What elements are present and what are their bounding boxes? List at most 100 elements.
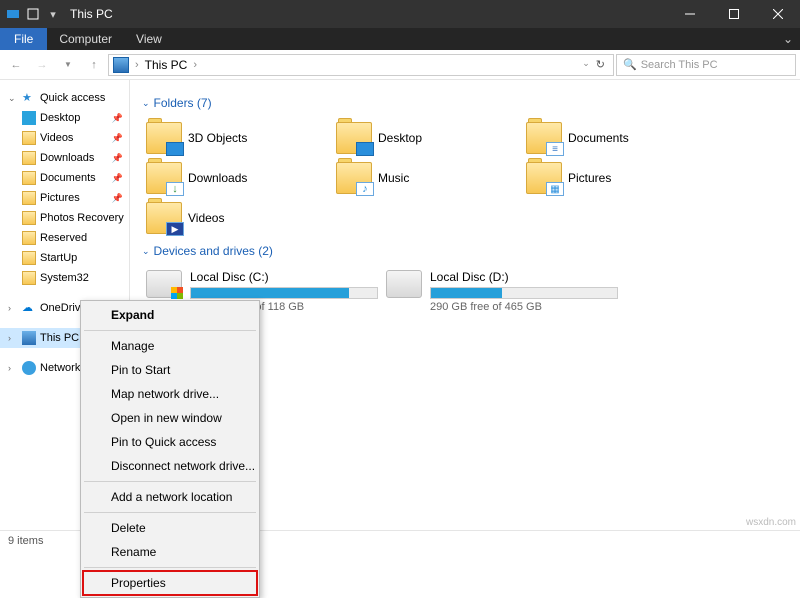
context-menu-item[interactable]: Expand [83, 303, 257, 327]
folder-icon [22, 171, 36, 185]
window-title: This PC [66, 7, 113, 21]
address-dropdown-icon[interactable]: ⌄ [582, 58, 590, 71]
context-menu-separator [84, 567, 256, 568]
sidebar-item-label: Network [40, 362, 80, 374]
folder-item[interactable]: Downloads [142, 158, 332, 198]
drive-usage-bar [430, 287, 618, 299]
breadcrumb-location[interactable]: This PC [145, 58, 188, 72]
section-title: Devices and drives (2) [154, 244, 273, 258]
chevron-down-icon: ⌄ [142, 98, 150, 109]
folder-item[interactable]: Desktop [332, 118, 522, 158]
onedrive-icon: ☁ [22, 301, 36, 315]
status-item-count: 9 items [8, 535, 43, 547]
tab-computer[interactable]: Computer [47, 28, 124, 50]
drive-icon [146, 270, 182, 298]
folder-item[interactable]: Documents [522, 118, 712, 158]
sidebar-item-reserved[interactable]: Reserved [0, 228, 129, 248]
sidebar-item-photos-recovery[interactable]: Photos Recovery [0, 208, 129, 228]
sidebar-item-startup[interactable]: StartUp [0, 248, 129, 268]
chevron-right-icon[interactable]: › [8, 333, 18, 343]
search-placeholder: Search This PC [641, 59, 718, 71]
qat-dropdown-icon[interactable]: ▾ [46, 7, 60, 21]
this-pc-icon [22, 331, 36, 345]
folder-icon [526, 122, 562, 154]
recent-locations-button[interactable]: ▼ [56, 53, 80, 77]
system-menu-icon[interactable] [6, 7, 20, 21]
folder-item[interactable]: Videos [142, 198, 332, 238]
sidebar-item-label: Videos [40, 132, 73, 144]
section-header-folders[interactable]: ⌄ Folders (7) [142, 96, 788, 110]
network-icon [22, 361, 36, 375]
context-menu-separator [84, 512, 256, 513]
sidebar-item-label: Quick access [40, 92, 105, 104]
context-menu: Expand ManagePin to StartMap network driv… [80, 300, 260, 598]
section-header-drives[interactable]: ⌄ Devices and drives (2) [142, 244, 788, 258]
folder-item[interactable]: Music [332, 158, 522, 198]
sidebar-item-label: Documents [40, 172, 96, 184]
forward-button[interactable]: → [30, 53, 54, 77]
chevron-down-icon[interactable]: ⌄ [8, 93, 18, 104]
sidebar-item-downloads[interactable]: Downloads 📌 [0, 148, 129, 168]
context-menu-item[interactable]: Add a network location [83, 485, 257, 509]
pin-icon: 📌 [112, 113, 123, 124]
close-button[interactable] [756, 0, 800, 28]
minimize-button[interactable] [668, 0, 712, 28]
breadcrumb-separator: › [133, 59, 141, 71]
window-titlebar: ▾ This PC [0, 0, 800, 28]
chevron-down-icon: ⌄ [142, 246, 150, 257]
context-menu-item[interactable]: Pin to Start [83, 358, 257, 382]
drive-usage-bar [190, 287, 378, 299]
context-menu-item[interactable]: Rename [83, 540, 257, 564]
breadcrumb-separator: › [191, 59, 199, 71]
drive-item[interactable]: Local Disc (D:)290 GB free of 465 GB [382, 266, 622, 317]
folder-item[interactable]: Pictures [522, 158, 712, 198]
context-menu-item[interactable]: Pin to Quick access [83, 430, 257, 454]
tab-file[interactable]: File [0, 28, 47, 50]
up-button[interactable]: ↑ [82, 53, 106, 77]
chevron-right-icon[interactable]: › [8, 363, 18, 373]
sidebar-item-label: This PC [40, 332, 79, 344]
context-menu-item[interactable]: Map network drive... [83, 382, 257, 406]
sidebar-item-videos[interactable]: Videos📌 [0, 128, 129, 148]
qat-icon[interactable] [26, 7, 40, 21]
folder-item[interactable]: 3D Objects [142, 118, 332, 158]
context-menu-item[interactable]: Delete [83, 516, 257, 540]
pin-icon: 📌 [112, 173, 123, 184]
sidebar-item-quick-access[interactable]: ⌄ ★ Quick access [0, 88, 129, 108]
ribbon-expand-icon[interactable]: ⌄ [776, 28, 800, 50]
folder-icon [22, 251, 36, 265]
sidebar-item-pictures[interactable]: Pictures📌 [0, 188, 129, 208]
maximize-button[interactable] [712, 0, 756, 28]
folder-icon [22, 131, 36, 145]
watermark: wsxdn.com [746, 517, 796, 528]
search-input[interactable]: 🔍 Search This PC [616, 54, 796, 76]
pin-icon: 📌 [112, 153, 123, 164]
folder-icon [336, 162, 372, 194]
sidebar-item-desktop[interactable]: Desktop📌 [0, 108, 129, 128]
sidebar-item-label: Pictures [40, 192, 80, 204]
sidebar-item-documents[interactable]: Documents 📌 [0, 168, 129, 188]
context-menu-item[interactable]: Open in new window [83, 406, 257, 430]
back-button[interactable]: ← [4, 53, 28, 77]
folder-label: 3D Objects [188, 131, 247, 145]
context-menu-item[interactable]: Disconnect network drive... [83, 454, 257, 478]
folder-icon [22, 151, 36, 165]
folder-icon [22, 211, 36, 225]
star-icon: ★ [22, 91, 36, 105]
tab-view[interactable]: View [124, 28, 174, 50]
context-menu-item[interactable]: Properties [83, 571, 257, 595]
folder-label: Videos [188, 211, 224, 225]
context-menu-separator [84, 481, 256, 482]
address-bar[interactable]: › This PC › ⌄ ↻ [108, 54, 614, 76]
sidebar-item-system32[interactable]: System32 [0, 268, 129, 288]
context-menu-item[interactable]: Manage [83, 334, 257, 358]
refresh-icon[interactable]: ↻ [592, 58, 609, 71]
context-menu-separator [84, 330, 256, 331]
search-icon: 🔍 [623, 58, 637, 71]
sidebar-item-label: Photos Recovery [40, 212, 124, 224]
chevron-right-icon[interactable]: › [8, 303, 18, 313]
sidebar-item-label: Downloads [40, 152, 94, 164]
folder-label: Downloads [188, 171, 247, 185]
drive-name: Local Disc (C:) [190, 270, 378, 284]
sidebar-item-label: System32 [40, 272, 89, 284]
